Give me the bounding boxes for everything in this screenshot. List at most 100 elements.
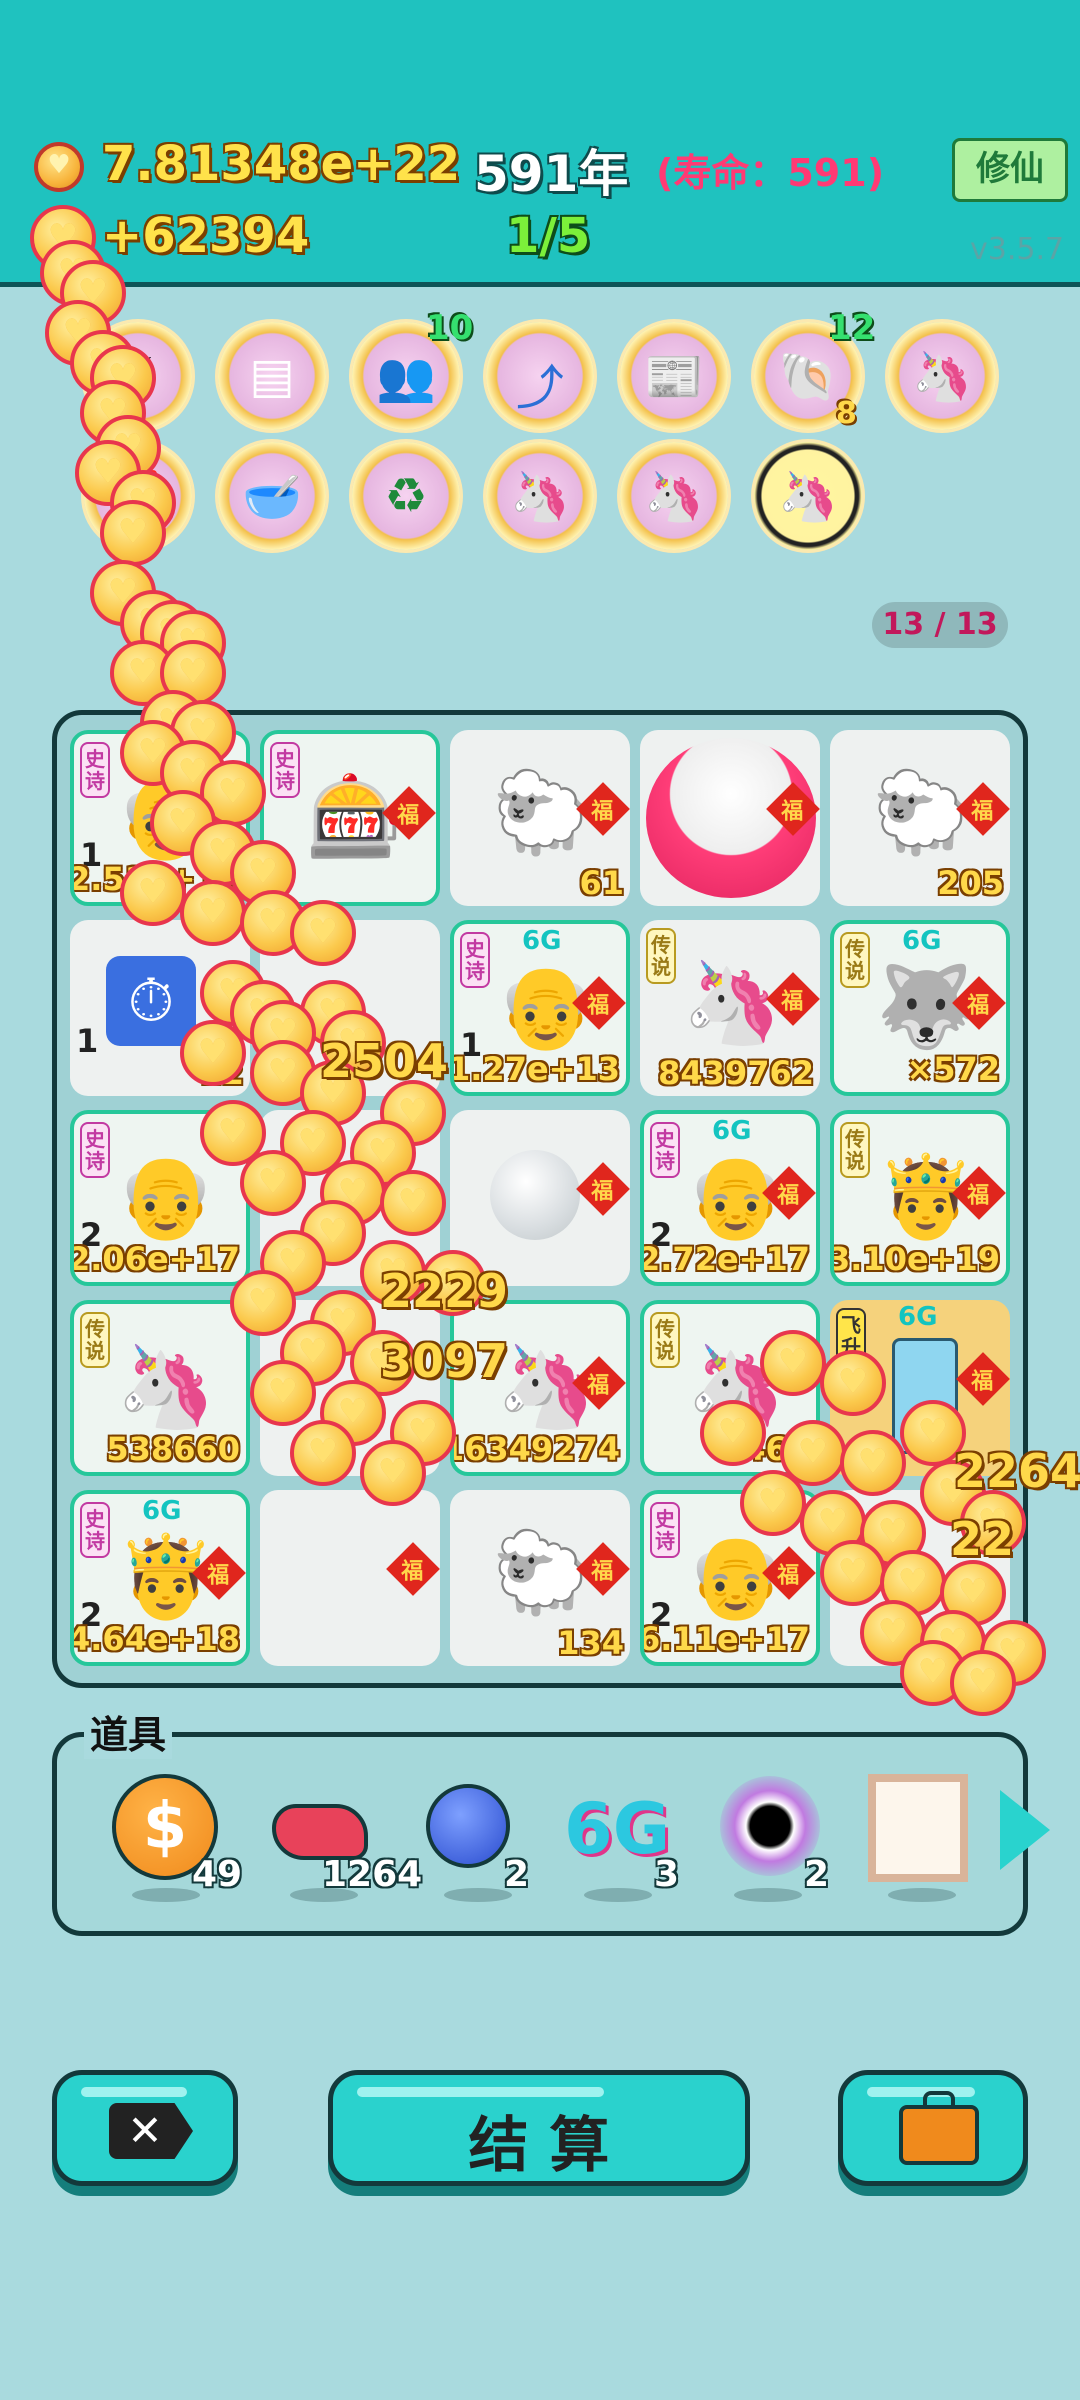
cell-value: 205 xyxy=(937,864,1004,902)
coin-rate: +62394 xyxy=(102,208,310,264)
liver-icon xyxy=(272,1804,368,1860)
flying-coin-icon xyxy=(950,1650,1016,1716)
tag-epic: 史诗 xyxy=(650,1502,680,1558)
frame-icon xyxy=(868,1774,968,1882)
6g-badge: 6G xyxy=(522,926,562,956)
item-6g[interactable]: 6G 3 xyxy=(560,1770,680,1902)
glass-bubble-icon xyxy=(490,1150,580,1240)
6g-badge: 6G xyxy=(898,1302,938,1332)
buff-time-magazine-icon[interactable]: 📰 xyxy=(620,322,728,430)
stopwatch-icon: ⏱ xyxy=(106,956,196,1046)
fu-badge: 福 xyxy=(956,1352,1010,1406)
board-cell-grandpa[interactable]: 史诗 6G 🤴 福 2 4.64e+18 xyxy=(70,1490,250,1666)
board-cell-sheep[interactable]: 🐑 福 205 xyxy=(830,730,1010,906)
buff-unicorn-icon[interactable]: 🦄 xyxy=(620,442,728,550)
version-label: v3.5.7 xyxy=(970,232,1065,267)
flying-coin-icon xyxy=(290,900,356,966)
close-tag-icon: ✕ xyxy=(109,2103,193,2159)
item-blueberry[interactable]: 2 xyxy=(420,1770,540,1902)
board-cell-unicorn[interactable]: 传说 🦄 538660 xyxy=(70,1300,250,1476)
inventory-button[interactable] xyxy=(838,2070,1028,2186)
item-frame[interactable] xyxy=(864,1770,984,1902)
items-next-arrow-icon[interactable] xyxy=(1000,1790,1050,1870)
buff-recycle-icon[interactable]: ♻ xyxy=(352,442,460,550)
items-title: 道具 xyxy=(84,1704,173,1759)
coin-icon xyxy=(34,142,84,192)
briefcase-handle xyxy=(923,2091,955,2109)
flying-coin-icon xyxy=(840,1430,906,1496)
cell-level: 1 xyxy=(76,1022,99,1060)
cell-value: 3.10e+19 xyxy=(830,1240,1000,1278)
flying-coin-icon xyxy=(760,1330,826,1396)
item-count: 3 xyxy=(654,1854,680,1895)
board-cell-unicorn[interactable]: 传说 🦄 福 8439762 xyxy=(640,920,820,1096)
tag-legend: 传说 xyxy=(840,1122,870,1178)
cell-value: 8439762 xyxy=(658,1054,814,1092)
board-cell-husky[interactable]: 传说 6G 🐺 福 ×572 xyxy=(830,920,1010,1096)
item-count: 2 xyxy=(804,1854,830,1895)
flying-coin-icon xyxy=(820,1540,886,1606)
buff-count-people: 10 xyxy=(426,308,474,348)
top-bar: 7.81348e+22 +62394 591年 (寿命：591) 1/5 修仙 … xyxy=(0,0,1080,287)
buff-count-shell: 12 xyxy=(828,308,876,348)
board-progress: 13 / 13 xyxy=(872,602,1008,648)
coin-total: 7.81348e+22 xyxy=(102,136,461,192)
tag-legend: 传说 xyxy=(646,928,676,984)
sheep-icon: 🐑 xyxy=(492,1526,592,1619)
lifespan-label: (寿命：591) xyxy=(656,151,885,195)
6g-badge: 6G xyxy=(902,926,942,956)
item-liver[interactable]: 1264 xyxy=(266,1770,422,1902)
close-ad-button[interactable]: ✕ xyxy=(52,2070,238,2186)
unicorn-icon: 🦄 xyxy=(682,956,782,1049)
flying-coin-icon xyxy=(700,1400,766,1466)
tag-legend: 传说 xyxy=(80,1312,110,1368)
xiuxian-button[interactable]: 修仙 xyxy=(952,138,1068,202)
tag-epic: 史诗 xyxy=(80,1122,110,1178)
board-cell-sheep[interactable]: 🐑 福 134 xyxy=(450,1490,630,1666)
flying-coin-icon xyxy=(120,860,186,926)
buff-skirt-icon[interactable]: ▤ xyxy=(218,322,326,430)
cell-value: 2.72e+17 xyxy=(640,1240,810,1278)
buff-unicorn-icon[interactable]: 🦄 xyxy=(486,442,594,550)
settle-button[interactable]: 结 算 xyxy=(328,2070,750,2186)
cell-value: 4.64e+18 xyxy=(70,1620,240,1658)
board-cell-sheep[interactable]: 🐑 福 61 xyxy=(450,730,630,906)
cell-value: 538660 xyxy=(106,1430,240,1468)
flying-coin-icon xyxy=(230,1270,296,1336)
flying-coin-icon xyxy=(100,500,166,566)
tag-legend: 传说 xyxy=(650,1312,680,1368)
item-dollar-coin[interactable]: $ 49 xyxy=(108,1770,242,1902)
board-cell-grandpa[interactable]: 史诗 6G 👴 福 1 1.27e+13 xyxy=(450,920,630,1096)
cell-value: 16349274 xyxy=(450,1430,620,1468)
buff-unicorn-icon[interactable]: 🦄 xyxy=(754,442,862,550)
fu-badge: 福 xyxy=(386,1542,440,1596)
flying-coin-icon xyxy=(360,1440,426,1506)
item-black-hole[interactable]: 2 xyxy=(710,1770,830,1902)
sheep-icon: 🐑 xyxy=(492,766,592,859)
buff-bowls-icon[interactable]: 🥣 xyxy=(218,442,326,550)
cell-value: 1.27e+13 xyxy=(450,1050,620,1088)
tag-epic: 史诗 xyxy=(650,1122,680,1178)
board-cell-king-grandpa[interactable]: 传说 🤴 福 3.10e+19 xyxy=(830,1110,1010,1286)
board-cell-empty[interactable]: 福 xyxy=(260,1490,440,1666)
item-count: 49 xyxy=(192,1854,243,1895)
item-count: 1264 xyxy=(322,1854,423,1895)
board-cell-bowl[interactable]: 福 xyxy=(640,730,820,906)
floating-gain: 22 xyxy=(950,1512,1015,1566)
buff-unicorn-icon[interactable]: 🦄 xyxy=(888,322,996,430)
tag-epic: 史诗 xyxy=(270,742,300,798)
cell-value: 2.06e+17 xyxy=(70,1240,240,1278)
floating-gain: 2264 xyxy=(954,1444,1080,1498)
briefcase-icon xyxy=(899,2105,979,2165)
6g-badge: 6G xyxy=(712,1116,752,1146)
cell-value: 6.11e+17 xyxy=(640,1620,810,1658)
flying-coin-icon xyxy=(180,880,246,946)
board-cell-unicorn[interactable]: 🦄 福 16349274 xyxy=(450,1300,630,1476)
6g-badge: 6G xyxy=(142,1496,182,1526)
tag-epic: 史诗 xyxy=(80,742,110,798)
cell-value: 134 xyxy=(557,1624,624,1662)
buff-arrow-icon[interactable]: ⤴ xyxy=(486,322,594,430)
board-cell-grandpa[interactable]: 史诗 6G 👴 福 2 2.72e+17 xyxy=(640,1110,820,1286)
sheep-icon: 🐑 xyxy=(872,766,972,859)
buff-count-shell-sub: 8 xyxy=(836,396,857,431)
